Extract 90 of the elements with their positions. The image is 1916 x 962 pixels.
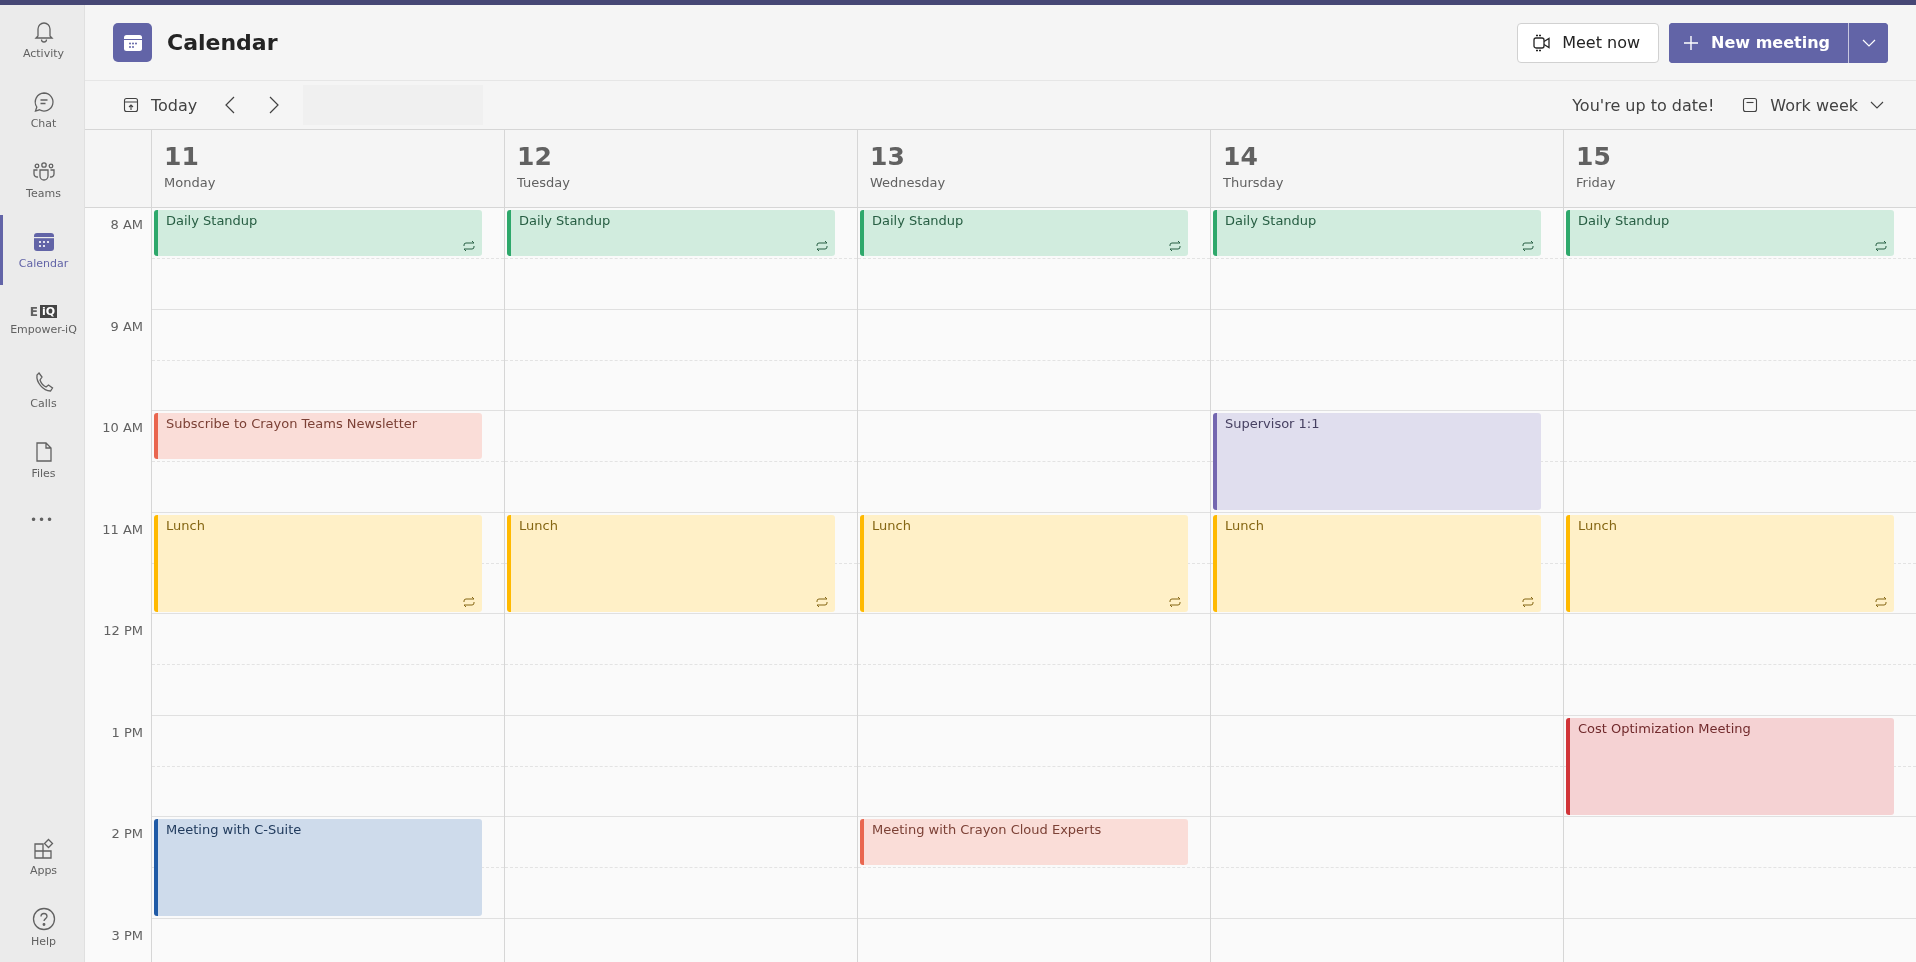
repeat-icon <box>462 595 476 608</box>
calendar-event[interactable]: Meeting with C-Suite <box>154 819 482 916</box>
weekday-label: Thursday <box>1223 175 1285 190</box>
event-title: Lunch <box>872 517 911 533</box>
meet-now-button[interactable]: Meet now <box>1517 22 1660 63</box>
calendar-event[interactable]: Daily Standup <box>860 210 1188 256</box>
time-label: 2 PM <box>111 826 143 841</box>
calendar-event[interactable]: Lunch <box>860 514 1188 612</box>
event-title: Daily Standup <box>519 213 611 228</box>
time-label: 3 PM <box>111 927 143 943</box>
calendar-app-icon <box>113 23 152 62</box>
event-title: Lunch <box>1225 517 1264 533</box>
calendar-event[interactable]: Lunch <box>507 514 835 612</box>
video-camera-icon <box>1532 33 1553 52</box>
time-label: 10 AM <box>102 420 143 435</box>
calendar-event[interactable]: Lunch <box>1213 514 1541 612</box>
time-label: 9 AM <box>110 318 143 334</box>
weekday-label: Friday <box>1576 175 1617 190</box>
event-title: Subscribe to Crayon Teams Newsletter <box>166 416 418 431</box>
calendar-event[interactable]: Subscribe to Crayon Teams Newsletter <box>154 413 482 459</box>
repeat-icon <box>1168 240 1182 252</box>
day-number: 12 <box>517 142 553 171</box>
help-icon <box>31 906 56 931</box>
time-label: 8 AM <box>110 217 143 232</box>
sidebar-item[interactable]: Teams <box>0 145 84 215</box>
event-title: Lunch <box>166 517 205 533</box>
sidebar-item[interactable]: Calls <box>0 355 84 425</box>
calendar-event[interactable]: Daily Standup <box>154 210 482 256</box>
calendar-event[interactable]: Daily Standup <box>507 210 835 256</box>
repeat-icon <box>1168 595 1182 608</box>
day-number: 14 <box>1223 142 1259 171</box>
chat-icon <box>32 90 55 113</box>
plus-icon <box>1683 34 1700 51</box>
event-title: Daily Standup <box>872 213 964 228</box>
sidebar-item[interactable]: E iQ Empower-iQ <box>0 285 84 355</box>
event-title: Daily Standup <box>166 213 258 228</box>
event-title: Daily Standup <box>1578 213 1670 228</box>
view-icon <box>1742 97 1759 113</box>
calendar-event[interactable]: Supervisor 1:1 <box>1213 413 1541 510</box>
time-label: 12 PM <box>103 623 143 638</box>
dropdown-button[interactable] <box>1848 22 1888 63</box>
calendar-icon <box>32 230 55 253</box>
view-dropdown[interactable]: Work week <box>1738 91 1888 119</box>
chevron-down-icon <box>1861 38 1876 47</box>
chevron-right-icon <box>269 96 280 114</box>
time-label: 11 AM <box>102 521 143 537</box>
day-number: 15 <box>1576 142 1612 171</box>
sidebar-item[interactable]: Chat <box>0 75 84 145</box>
file-icon <box>34 440 53 463</box>
repeat-icon <box>462 240 476 252</box>
sidebar-item[interactable]: Apps <box>0 822 84 892</box>
event-title: Supervisor 1:1 <box>1225 416 1320 431</box>
bell-icon <box>33 20 54 43</box>
day-number: 11 <box>164 142 200 171</box>
calendar-event[interactable]: Daily Standup <box>1566 210 1894 256</box>
weekday-label: Monday <box>164 175 217 190</box>
sidebar-item[interactable]: Help <box>0 892 84 962</box>
people-icon <box>31 160 56 183</box>
chevron-down-icon <box>1870 101 1884 109</box>
repeat-icon <box>1521 595 1535 608</box>
phone-icon <box>33 370 54 393</box>
more-button[interactable]: ••• <box>0 495 84 545</box>
day-number: 13 <box>870 142 906 171</box>
repeat-icon <box>1521 240 1535 252</box>
calendar-event[interactable]: Meeting with Crayon Cloud Experts <box>860 819 1188 865</box>
repeat-icon <box>815 595 829 608</box>
event-title: Meeting with Crayon Cloud Experts <box>872 822 1102 837</box>
calendar-event[interactable]: Lunch <box>154 514 482 612</box>
event-title: Lunch <box>519 517 558 533</box>
sidebar-item[interactable]: Files <box>0 425 84 495</box>
repeat-icon <box>1874 240 1888 252</box>
weekday-label: Tuesday <box>517 175 571 190</box>
event-title: Daily Standup <box>1225 213 1317 228</box>
chevron-left-icon <box>225 96 236 114</box>
event-title: Lunch <box>1578 517 1617 533</box>
repeat-icon <box>1874 595 1888 608</box>
calendar-event[interactable]: Cost Optimization Meeting <box>1566 717 1894 815</box>
calendar-today-icon <box>123 97 139 113</box>
calendar-event[interactable]: Lunch <box>1566 514 1894 612</box>
page-title: Calendar <box>167 30 278 55</box>
sync-status: You're up to date! <box>1572 95 1715 115</box>
repeat-icon <box>815 240 829 252</box>
event-title: Meeting with C-Suite <box>166 822 302 837</box>
event-title: Cost Optimization Meeting <box>1578 720 1751 736</box>
time-label: 1 PM <box>111 724 143 740</box>
calendar-event[interactable]: Daily Standup <box>1213 210 1541 256</box>
today-button[interactable]: Today <box>119 91 202 119</box>
apps-icon <box>32 837 55 860</box>
sidebar-item[interactable]: Activity <box>0 5 84 75</box>
weekday-label: Wednesday <box>870 175 947 190</box>
